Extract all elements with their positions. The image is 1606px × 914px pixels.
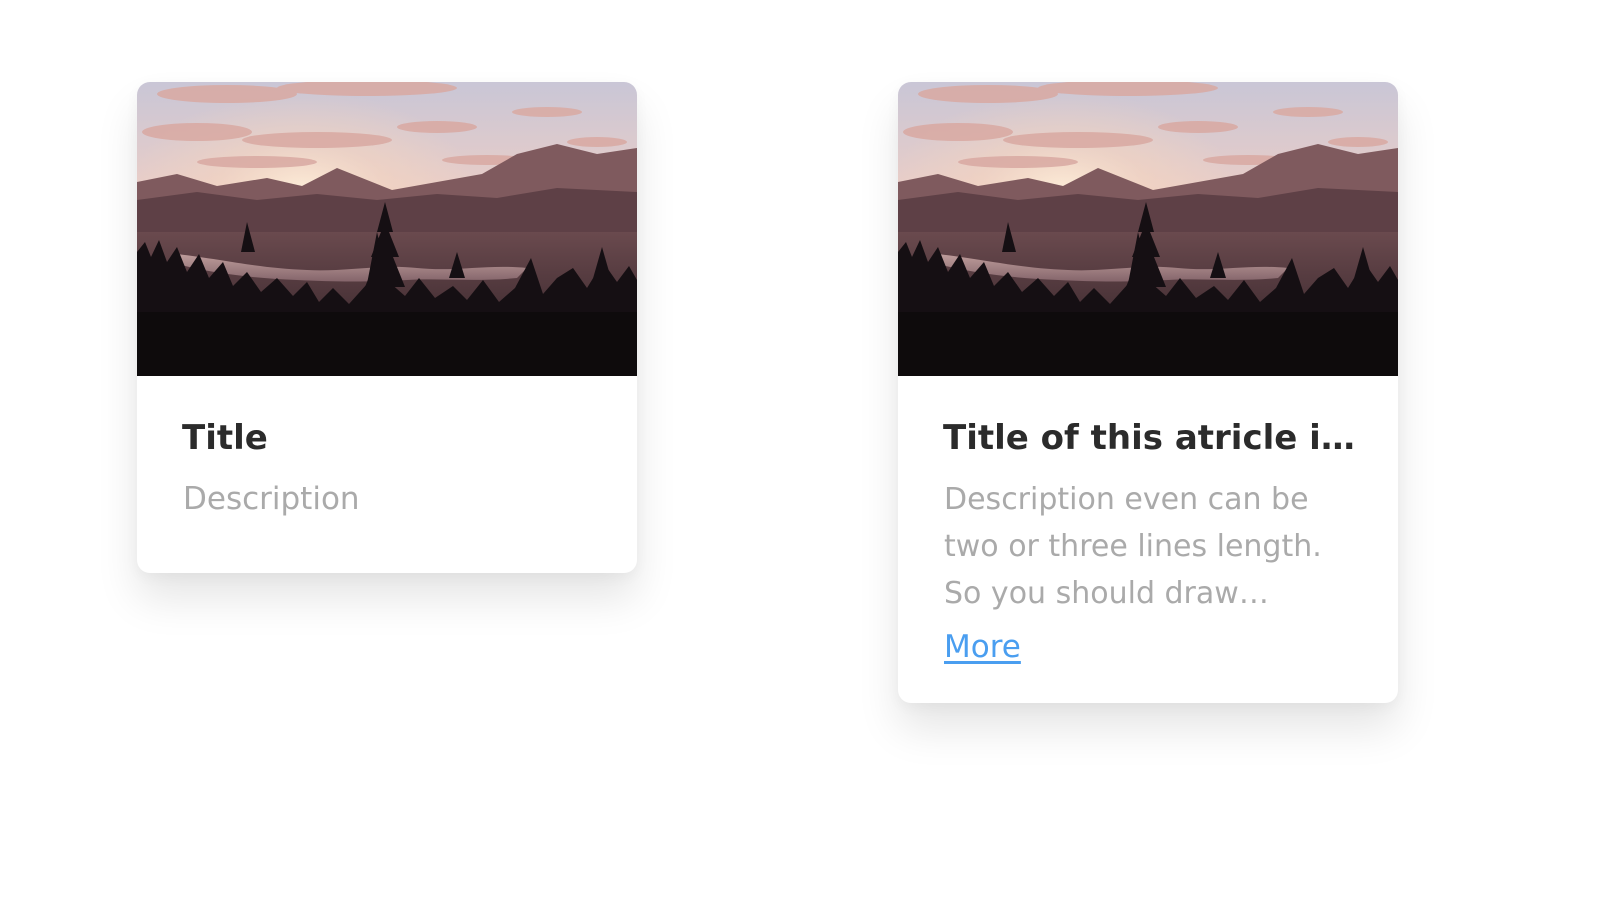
card-description: Description even can be two or three lin… [944, 482, 1322, 611]
card-title: Title [182, 418, 268, 458]
card-title: Title of this atricle is... [943, 418, 1368, 458]
card-description: Description [183, 481, 360, 517]
landscape-image [137, 82, 637, 376]
card-body: Title of this atricle is... Description … [898, 376, 1398, 669]
card-image [898, 82, 1398, 376]
more-link[interactable]: More [944, 625, 1021, 669]
article-card[interactable]: Title of this atricle is... Description … [898, 82, 1398, 703]
article-card[interactable]: Title Description [137, 82, 637, 573]
card-image [137, 82, 637, 376]
landscape-image [898, 82, 1398, 376]
card-body: Title Description [137, 376, 637, 523]
